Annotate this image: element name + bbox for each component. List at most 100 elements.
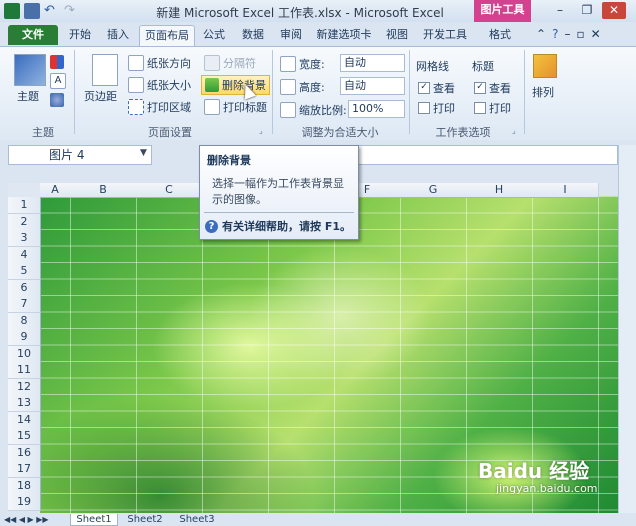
print-area-label: 打印区域 xyxy=(147,101,191,114)
tooltip-help: ? 有关详细帮助，请按 F1。 xyxy=(205,218,351,234)
row-header-2[interactable]: 2 xyxy=(8,213,41,231)
redo-icon[interactable]: ↷ xyxy=(64,3,80,19)
column-header-c[interactable]: C xyxy=(136,183,203,198)
headings-print-row[interactable]: 打印 xyxy=(474,100,511,116)
gridlines-label: 网格线 xyxy=(416,60,449,73)
tab-developer[interactable]: 开发工具 xyxy=(418,25,472,45)
window-restore-icon[interactable]: ▫ xyxy=(576,27,584,41)
sheet-options-launcher-icon[interactable]: ⌟ xyxy=(512,126,516,135)
window-close-icon[interactable]: ✕ xyxy=(591,27,601,41)
column-header-a[interactable]: A xyxy=(40,183,71,198)
column-header-i[interactable]: I xyxy=(532,183,599,198)
tab-insert[interactable]: 插入 xyxy=(101,25,135,45)
tab-new[interactable]: 新建选项卡 xyxy=(312,25,376,45)
theme-fonts-icon[interactable]: A xyxy=(50,73,66,89)
size-button[interactable]: 纸张大小 xyxy=(128,77,191,93)
row-header-12[interactable]: 12 xyxy=(8,378,41,396)
tab-page-layout[interactable]: 页面布局 xyxy=(139,25,195,46)
row-header-13[interactable]: 13 xyxy=(8,395,41,412)
sheet-tab-1[interactable]: Sheet1 xyxy=(70,514,118,526)
headings-view-checkbox[interactable]: ✓ xyxy=(474,82,486,94)
themes-button[interactable]: 主题 xyxy=(17,88,39,104)
name-box[interactable]: 图片 4 xyxy=(8,145,152,165)
restore-button[interactable]: ❐ xyxy=(575,2,599,19)
watermark-url: jingyan.baidu.com xyxy=(496,482,598,495)
minimize-button[interactable]: – xyxy=(548,2,572,19)
width-select[interactable]: 自动 xyxy=(340,54,405,72)
name-box-dropdown-icon[interactable]: ▼ xyxy=(140,148,147,158)
picture-tools-context: 图片工具 xyxy=(474,0,531,22)
orientation-button[interactable]: 纸张方向 xyxy=(128,55,191,71)
group-label-sheet-options: 工作表选项 xyxy=(435,126,491,139)
row-header-9[interactable]: 9 xyxy=(8,329,41,346)
gridlines-view-row[interactable]: ✓ 查看 xyxy=(418,80,455,96)
tab-formulas[interactable]: 公式 xyxy=(198,25,230,45)
height-select[interactable]: 自动 xyxy=(340,77,405,95)
row-header-1[interactable]: 1 xyxy=(8,197,41,214)
theme-colors-icon[interactable] xyxy=(50,55,64,69)
row-header-18[interactable]: 18 xyxy=(8,477,41,495)
tab-file[interactable]: 文件 xyxy=(8,25,58,45)
size-icon xyxy=(128,77,144,93)
tab-review[interactable]: 审阅 xyxy=(274,25,308,45)
delete-background-button[interactable]: 删除背景 xyxy=(201,75,270,95)
close-button[interactable]: ✕ xyxy=(602,2,626,19)
row-header-6[interactable]: 6 xyxy=(8,279,41,297)
row-header-15[interactable]: 15 xyxy=(8,428,41,445)
gridlines-print-row[interactable]: 打印 xyxy=(418,100,455,116)
headings-view-row[interactable]: ✓ 查看 xyxy=(474,80,511,96)
row-header-4[interactable]: 4 xyxy=(8,246,41,264)
page-setup-launcher-icon[interactable]: ⌟ xyxy=(259,126,263,135)
tab-format[interactable]: 格式 xyxy=(480,25,520,45)
sheet-tab-2[interactable]: Sheet2 xyxy=(122,514,168,525)
select-all-corner[interactable] xyxy=(8,183,41,198)
gridlines-view-label: 查看 xyxy=(433,82,455,95)
group-separator xyxy=(524,50,525,134)
row-header-16[interactable]: 16 xyxy=(8,444,41,462)
margins-button[interactable]: 页边距 xyxy=(84,88,117,104)
group-label-scale-to-fit: 调整为合适大小 xyxy=(301,126,379,139)
headings-print-checkbox[interactable] xyxy=(474,102,486,114)
gridlines-print-label: 打印 xyxy=(433,102,455,115)
row-header-10[interactable]: 10 xyxy=(8,345,41,363)
arrange-button[interactable]: 排列 xyxy=(532,84,554,100)
row-header-8[interactable]: 8 xyxy=(8,312,41,330)
column-header-g[interactable]: G xyxy=(400,183,467,198)
orientation-label: 纸张方向 xyxy=(147,57,191,70)
column-header-h[interactable]: H xyxy=(466,183,533,198)
row-header-7[interactable]: 7 xyxy=(8,296,41,313)
window-title: 新建 Microsoft Excel 工作表.xlsx - Microsoft … xyxy=(156,6,444,20)
save-icon[interactable] xyxy=(24,3,40,19)
tab-home[interactable]: 开始 xyxy=(63,25,97,45)
margins-icon[interactable] xyxy=(92,54,118,86)
tab-view[interactable]: 视图 xyxy=(380,25,414,45)
tab-data[interactable]: 数据 xyxy=(236,25,270,45)
gridlines-print-checkbox[interactable] xyxy=(418,102,430,114)
window-minimize-icon[interactable]: – xyxy=(564,27,570,41)
size-label: 纸张大小 xyxy=(147,79,191,92)
help-icon[interactable]: ? xyxy=(552,27,558,41)
width-row: 宽度: xyxy=(280,56,325,72)
scale-input[interactable]: 100% xyxy=(348,100,405,118)
theme-effects-icon[interactable] xyxy=(50,93,64,107)
themes-icon[interactable] xyxy=(14,54,46,86)
sheet-tab-3[interactable]: Sheet3 xyxy=(174,514,220,525)
formula-input[interactable] xyxy=(356,145,618,165)
row-header-14[interactable]: 14 xyxy=(8,411,41,429)
undo-icon[interactable]: ↶ xyxy=(44,3,60,19)
row-header-19[interactable]: 19 xyxy=(8,494,41,511)
minimize-ribbon-icon[interactable]: ⌃ xyxy=(536,27,546,41)
row-header-11[interactable]: 11 xyxy=(8,362,41,379)
vertical-scrollbar[interactable] xyxy=(618,145,636,513)
column-header-b[interactable]: B xyxy=(70,183,137,198)
print-titles-button[interactable]: 打印标题 xyxy=(204,99,267,115)
row-header-5[interactable]: 5 xyxy=(8,263,41,280)
tooltip-help-text: 有关详细帮助，请按 F1。 xyxy=(222,220,351,233)
arrange-icon[interactable] xyxy=(533,54,557,78)
gridlines-view-checkbox[interactable]: ✓ xyxy=(418,82,430,94)
print-area-button[interactable]: 打印区域 xyxy=(128,99,191,115)
row-header-3[interactable]: 3 xyxy=(8,230,41,247)
row-header-17[interactable]: 17 xyxy=(8,461,41,478)
breaks-button[interactable]: 分隔符 xyxy=(204,55,256,71)
sheet-nav-icons[interactable]: ◀◀ ◀ ▶ ▶▶ xyxy=(4,514,49,525)
